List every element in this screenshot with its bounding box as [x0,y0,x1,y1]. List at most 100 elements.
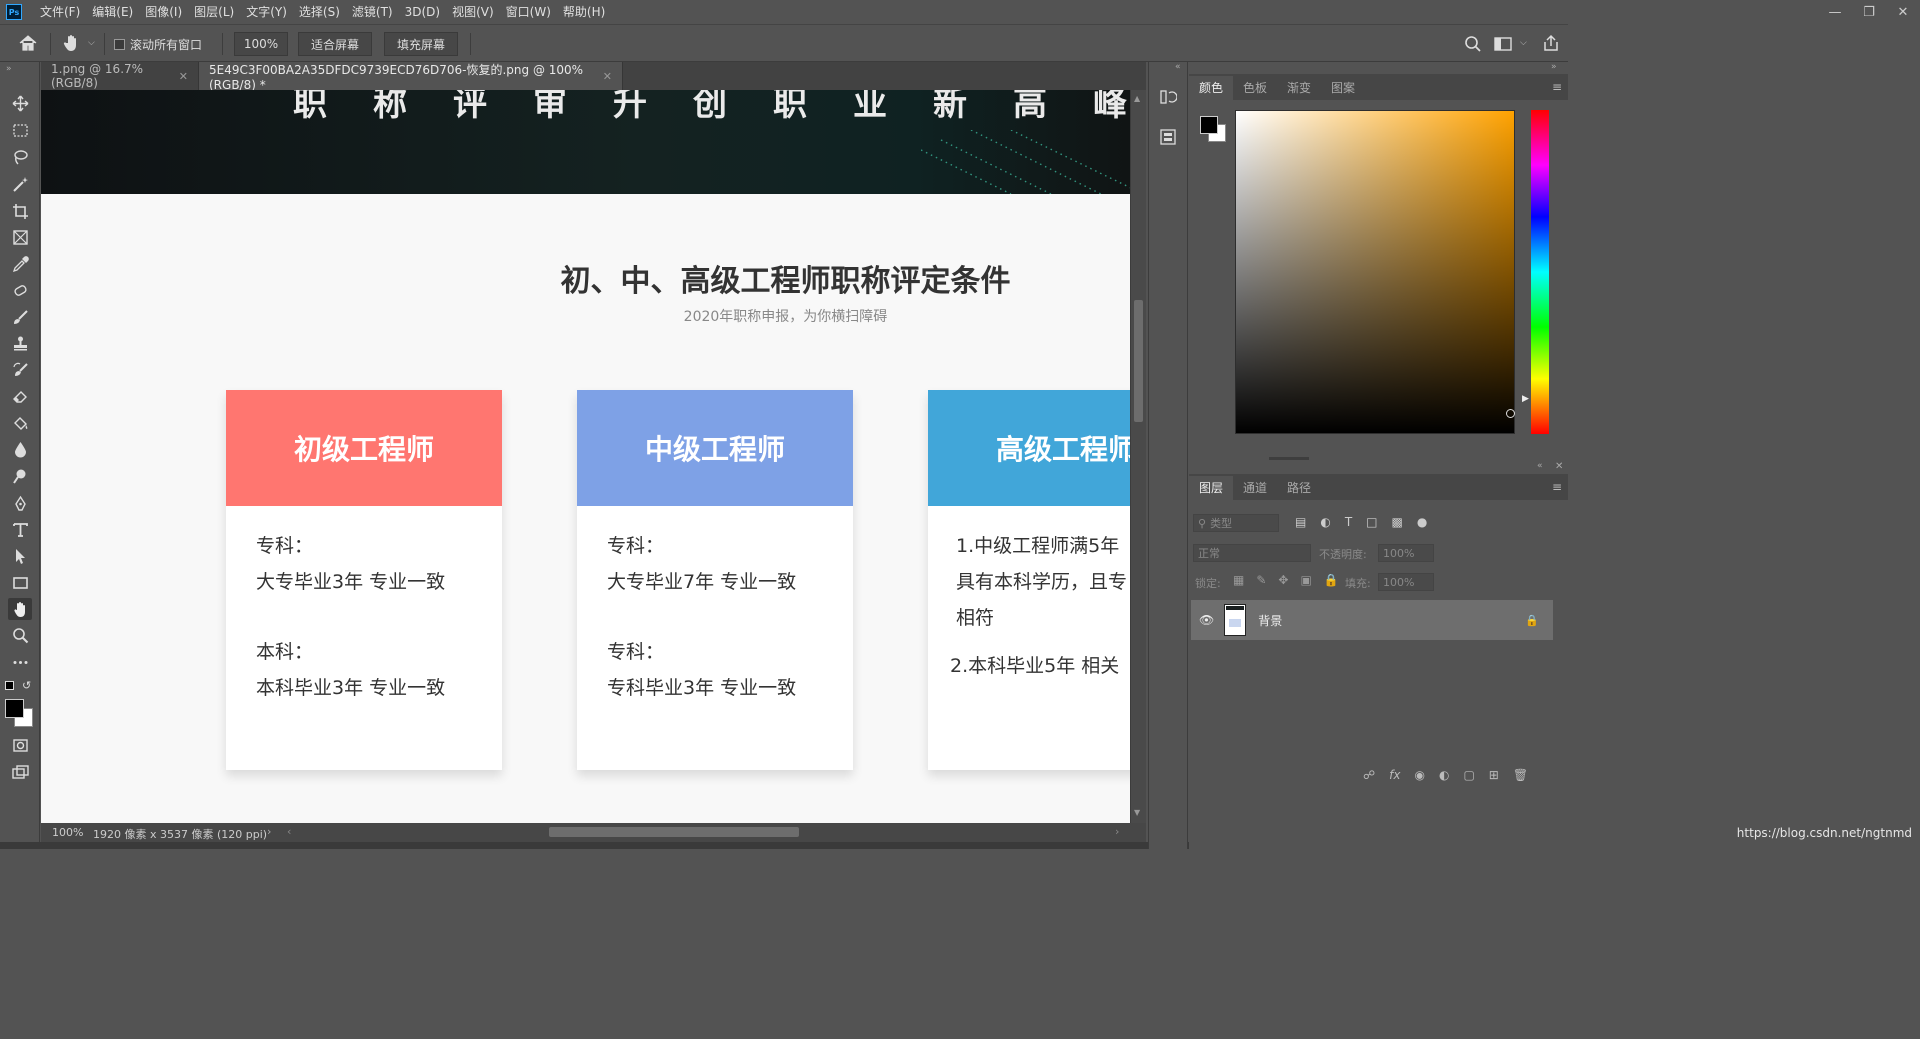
tab-patterns[interactable]: 图案 [1321,76,1365,100]
panel-menu-icon[interactable]: ≡ [1552,480,1562,494]
smart-object-filter-icon[interactable]: ▩ [1392,515,1403,529]
foreground-color-swatch[interactable] [5,699,24,718]
hand-tool-icon[interactable] [8,598,32,620]
adjustment-filter-icon[interactable]: ◐ [1320,515,1330,529]
tab-paths[interactable]: 路径 [1277,476,1321,500]
dodge-tool-icon[interactable] [8,465,32,487]
search-icon[interactable] [1464,35,1482,56]
fill-screen-button[interactable]: 填充屏幕 [384,32,458,56]
filter-toggle-icon[interactable]: ● [1417,515,1427,529]
close-panel-icon[interactable]: ✕ [1555,461,1563,472]
menu-layer[interactable]: 图层(L) [188,0,240,24]
close-window-icon[interactable]: ✕ [1886,0,1920,24]
chevron-down-icon[interactable]: ⌵ [1520,38,1527,48]
status-zoom[interactable]: 100% [52,826,83,839]
screen-mode-icon[interactable] [8,761,32,783]
add-mask-icon[interactable]: ◉ [1414,768,1424,782]
clone-stamp-tool-icon[interactable] [8,332,32,354]
lock-pixels-icon[interactable]: ✎ [1256,573,1266,587]
scroll-up-icon[interactable]: ▲ [1134,94,1140,103]
menu-image[interactable]: 图像(I) [139,0,188,24]
color-picker-cursor[interactable] [1506,409,1515,418]
layer-filter-select[interactable]: ⚲ 类型 [1193,514,1279,532]
fill-input[interactable]: 100% [1378,573,1434,591]
quick-mask-icon[interactable] [8,734,32,756]
hue-slider[interactable] [1531,110,1549,434]
restore-icon[interactable]: ❐ [1852,0,1886,24]
minimize-icon[interactable]: — [1818,0,1852,24]
adjustment-layer-icon[interactable]: ◐ [1439,768,1449,782]
collapse-icon[interactable]: » [6,64,12,74]
lock-position-icon[interactable]: ✥ [1278,573,1288,587]
layer-name[interactable]: 背景 [1258,612,1282,629]
shape-filter-icon[interactable]: □ [1366,515,1377,529]
paint-bucket-tool-icon[interactable] [8,412,32,434]
menu-help[interactable]: 帮助(H) [557,0,611,24]
history-panel-icon[interactable] [1159,88,1178,109]
menu-select[interactable]: 选择(S) [293,0,346,24]
menu-3d[interactable]: 3D(D) [399,0,446,24]
tab-channels[interactable]: 通道 [1233,476,1277,500]
delete-layer-icon[interactable]: 🗑 [1513,768,1528,782]
scroll-all-windows-checkbox[interactable] [114,39,125,50]
scroll-right-icon[interactable]: › [1115,825,1119,838]
lasso-tool-icon[interactable] [8,146,32,168]
vertical-scrollbar[interactable]: ▲ ▼ [1130,90,1146,823]
color-picker-field[interactable] [1235,110,1515,434]
type-filter-icon[interactable]: T [1345,515,1352,529]
brush-tool-icon[interactable] [8,306,32,328]
close-icon[interactable]: ✕ [179,70,188,83]
blend-mode-select[interactable]: 正常 [1193,544,1311,562]
menu-view[interactable]: 视图(V) [446,0,500,24]
menu-file[interactable]: 文件(F) [34,0,86,24]
type-tool-icon[interactable] [8,518,32,540]
layer-row-background[interactable]: 👁 背景 🔒 [1191,600,1553,640]
lock-transparent-icon[interactable]: ▦ [1233,573,1244,587]
fit-screen-button[interactable]: 适合屏幕 [298,32,372,56]
menu-filter[interactable]: 滤镜(T) [346,0,399,24]
tab-document-2[interactable]: 5E49C3F00BA2A35DFDC9739ECD76D706-恢复的.png… [199,62,623,92]
more-tools-icon[interactable] [8,651,32,673]
eyedropper-tool-icon[interactable] [8,253,32,275]
crop-tool-icon[interactable] [8,200,32,222]
magic-wand-tool-icon[interactable] [8,173,32,195]
marquee-tool-icon[interactable] [8,119,32,141]
status-menu-arrow-icon[interactable]: › [267,825,271,838]
layer-style-icon[interactable]: fx [1389,768,1400,782]
properties-panel-icon[interactable] [1159,128,1177,149]
collapse-icon[interactable]: « [1537,461,1543,471]
scroll-left-icon[interactable]: ‹ [287,825,291,838]
panel-resize-handle[interactable] [1269,457,1309,460]
collapse-icon[interactable]: « [1175,62,1181,72]
scroll-down-icon[interactable]: ▼ [1134,808,1140,817]
share-icon[interactable] [1542,34,1560,55]
eraser-tool-icon[interactable] [8,385,32,407]
tab-document-1[interactable]: 1.png @ 16.7%(RGB/8) ✕ [41,62,199,90]
zoom-100-button[interactable]: 100% [234,32,288,56]
collapse-icon[interactable]: » [1551,62,1557,72]
lock-artboard-icon[interactable]: ▣ [1300,573,1311,587]
home-icon[interactable] [18,34,38,55]
path-selection-tool-icon[interactable] [8,545,32,567]
image-filter-icon[interactable]: ▤ [1295,515,1306,529]
opacity-input[interactable]: 100% [1378,544,1434,562]
menu-edit[interactable]: 编辑(E) [86,0,139,24]
default-colors-icon[interactable] [5,681,14,690]
visibility-eye-icon[interactable]: 👁 [1199,613,1214,627]
pen-tool-icon[interactable] [8,492,32,514]
new-layer-icon[interactable]: ⊞ [1489,768,1499,782]
frame-tool-icon[interactable] [8,226,32,248]
close-icon[interactable]: ✕ [603,70,612,83]
new-group-icon[interactable]: ▢ [1463,768,1474,782]
swap-colors-icon[interactable]: ↺ [22,679,31,692]
hand-tool-preset-icon[interactable] [62,33,82,56]
rectangle-tool-icon[interactable] [8,571,32,593]
horizontal-scroll-thumb[interactable] [549,827,799,837]
scroll-thumb[interactable] [1134,300,1143,422]
zoom-tool-icon[interactable] [8,624,32,646]
history-brush-tool-icon[interactable] [8,359,32,381]
blur-tool-icon[interactable] [8,438,32,460]
lock-all-icon[interactable]: 🔒 [1324,573,1339,587]
tab-swatches[interactable]: 色板 [1233,76,1277,100]
workspace-icon[interactable] [1494,37,1512,54]
